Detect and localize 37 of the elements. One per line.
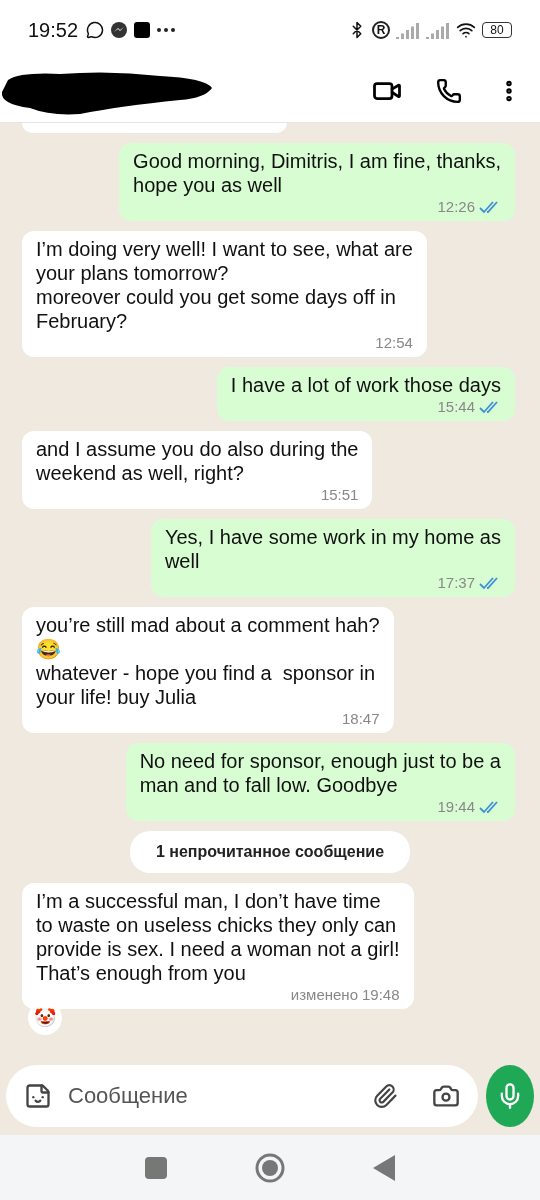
recents-icon[interactable] [145,1156,167,1179]
message-time: 15:44 [437,398,475,416]
mic-button[interactable] [486,1065,534,1127]
phone-chat-icon [86,21,105,39]
unread-divider: 1 непрочитанное сообщение [129,831,411,873]
message-time: 18:47 [341,710,380,728]
message-text: I’m a successful man, I don’t have time to waste on useless chicks they only can provide is sex. I need a woman not a girl! That’s enough from you [36,889,400,985]
sticker-icon[interactable] [24,1082,52,1110]
signal-icon [426,21,450,39]
chat-bubble-icon [110,21,129,39]
message-time: 19:44 [437,798,475,816]
signal-icon [396,21,420,39]
home-icon[interactable] [255,1152,285,1183]
square-icon [134,22,151,38]
message-time: 12:26 [437,198,475,216]
voice-call-icon[interactable] [436,78,462,104]
back-icon[interactable] [373,1154,395,1181]
battery-icon: 80 [482,22,512,38]
message-input[interactable]: Сообщение [66,1082,358,1110]
roaming-icon: R [372,21,390,39]
wifi-icon [456,20,476,40]
message-text: Good morning, Dimitris, I am fine, thanks, hope you as well [133,149,501,197]
message-field[interactable]: Сообщение [6,1065,478,1127]
message-time: 17:37 [437,574,475,592]
message-text: I have a lot of work those days [230,373,501,397]
message-time: 15:51 [320,486,359,504]
message-text: and I assume you do also during the weekend as well, right? [36,437,359,485]
attach-icon[interactable] [372,1083,398,1109]
message-text: Yes, I have some work in my home as well [164,525,501,573]
message-text: you’re still mad about a comment hah? 😂 whatever - hope you find a sponsor in your life! buy Julia [36,613,380,709]
message-text: I’m doing very well! I want to see, what are your plans tomorrow? moreover could you get some days off in February? [36,237,413,333]
edited-label: изменено [290,986,358,1004]
status-time: 19:52 [28,18,79,42]
message-text: No need for sponsor, enough just to be a man and to fall low. Goodbye [139,749,501,797]
message-time: 12:54 [375,334,413,352]
message-time: 19:48 [362,986,400,1004]
more-notifications-icon [156,27,177,33]
